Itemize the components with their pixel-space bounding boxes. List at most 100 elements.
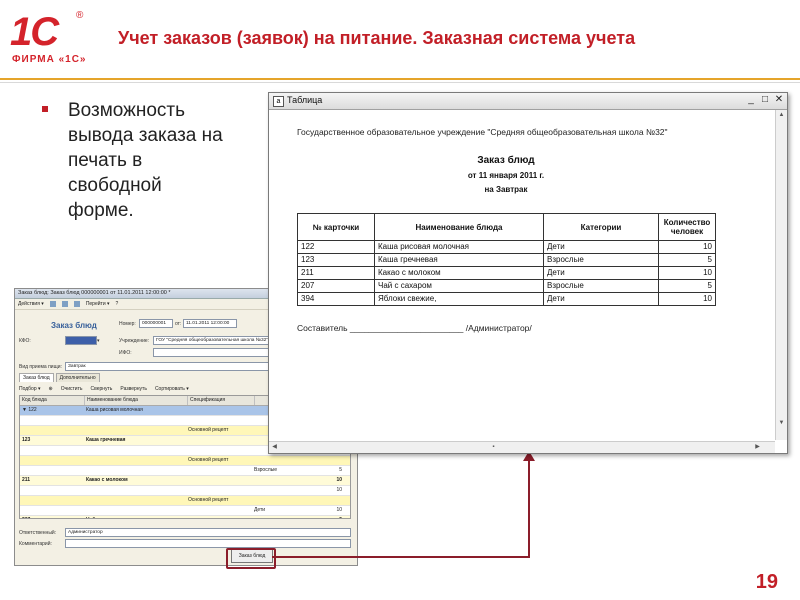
order-table-row: 394 Яблоки свежие, Дети 10	[297, 292, 716, 306]
bullet-text: Возможность вывода заказа на печать в св…	[68, 100, 223, 221]
minimize-button[interactable]: _	[745, 94, 757, 106]
expand-button[interactable]: Развернуть	[120, 386, 147, 392]
kfo-label: КФО:	[19, 338, 31, 344]
tab-additional[interactable]: Дополнительно	[55, 373, 100, 382]
tab-dishes-order[interactable]: Заказ блюд	[19, 373, 54, 382]
grid-qty-cell	[310, 456, 344, 465]
grid-name-cell	[84, 416, 186, 425]
card-number-cell: 207	[297, 279, 375, 293]
goto-menu[interactable]: Перейти ▾	[86, 301, 110, 307]
people-count-cell: 10	[658, 240, 716, 254]
print-icon[interactable]	[73, 301, 80, 307]
post-icon[interactable]	[61, 301, 68, 307]
grid-row[interactable]: 207Чай с сахаром 5	[20, 516, 350, 518]
card-number-cell: 394	[297, 292, 375, 306]
category-cell: Дети	[543, 292, 659, 306]
grid-name-cell: Чай с сахаром	[84, 516, 186, 518]
date-field[interactable]: 11.01.2011 12:00:00	[183, 319, 237, 328]
order-table-row: 207 Чай с сахаром Взрослые 5	[297, 279, 716, 293]
maximize-button[interactable]: □	[759, 94, 771, 106]
meal-type-field[interactable]: Завтрак	[65, 362, 269, 371]
grid-name-cell: Какао с молоком	[86, 477, 128, 483]
order-table-body: 122 Каша рисовая молочная Дети 10 123 Каша гр…	[297, 240, 716, 306]
bullet-marker	[42, 106, 48, 112]
slide-header: 1C ® ФИРМА «1С» Учет заказов (заявок) на…	[0, 0, 800, 86]
number-field[interactable]: 000000001	[139, 319, 173, 328]
grid-col-name[interactable]: Наименование блюда	[85, 396, 188, 405]
pick-button[interactable]: Подбор ▾	[19, 386, 41, 392]
col-card-number: № карточки	[297, 213, 375, 241]
preview-titlebar: a Таблица _ □ ✕	[269, 93, 787, 110]
clear-button[interactable]: Очистить	[61, 386, 83, 392]
connector-line-vertical	[528, 460, 530, 558]
connector-line-horizontal	[272, 556, 530, 558]
grid-qty-cell: 10	[336, 477, 342, 483]
grid-row[interactable]: Взрослые 5	[20, 466, 350, 476]
grid-row[interactable]: Основной рецепт	[20, 456, 350, 466]
order-button-highlight	[226, 548, 276, 569]
horizontal-scrollbar[interactable]: ◀ ▪ ▶	[269, 441, 775, 453]
grid-col-spec[interactable]: Спецификация	[188, 396, 255, 405]
grid-spec-cell	[186, 516, 252, 518]
ifo-field[interactable]	[153, 348, 275, 357]
grid-name-cell	[84, 496, 186, 505]
collapse-button[interactable]: Свернуть	[90, 386, 112, 392]
people-count-cell: 5	[658, 279, 716, 293]
grid-spec-cell	[186, 486, 252, 495]
kfo-field[interactable]	[65, 336, 97, 345]
category-cell: Взрослые	[543, 279, 659, 293]
save-icon[interactable]	[49, 301, 56, 307]
grid-code-cell: ▼ 122	[22, 407, 37, 413]
scroll-left-icon[interactable]: ◀	[270, 443, 279, 452]
grid-name-cell	[84, 486, 186, 495]
institution-label: Учреждение:	[119, 338, 150, 344]
dish-name-cell: Каша гречневая	[374, 253, 544, 267]
grid-row[interactable]: 10	[20, 486, 350, 496]
grid-name-cell	[84, 506, 186, 515]
grid-col-code[interactable]: Код блюда	[20, 396, 85, 405]
sort-button[interactable]: Сортировать ▾	[155, 386, 189, 392]
grid-row[interactable]: 211 Какао с молоком 10	[20, 476, 350, 486]
grid-spec-cell	[186, 476, 252, 485]
kfo-dropdown-icon[interactable]: ▾	[97, 338, 100, 344]
doc-date: от 11 января 2011 г.	[467, 171, 545, 180]
grid-name-cell	[84, 446, 186, 455]
grid-qty-cell: 10	[336, 487, 342, 493]
category-cell: Дети	[543, 266, 659, 280]
responsible-field[interactable]: Администратор	[65, 528, 351, 537]
dish-name-cell: Какао с молоком	[374, 266, 544, 280]
order-table: № карточки Наименование блюда Категории …	[297, 213, 716, 306]
grid-category-cell: Взрослые	[254, 467, 277, 473]
institution-field[interactable]: ГОУ "Средняя общеобразовательная школа №…	[153, 336, 275, 345]
order-table-row: 211 Какао с молоком Дети 10	[297, 266, 716, 280]
grid-code-cell	[20, 456, 84, 465]
order-form-doc-title: Заказ блюд	[51, 321, 97, 330]
print-preview-window: a Таблица _ □ ✕ Государственное образова…	[268, 92, 788, 454]
order-table-header: № карточки Наименование блюда Категории …	[297, 213, 716, 241]
scroll-up-icon[interactable]: ▲	[777, 111, 786, 120]
preview-document: Государственное образовательное учрежден…	[271, 111, 773, 439]
dish-name-cell: Яблоки свежие,	[374, 292, 544, 306]
vertical-scrollbar[interactable]: ▲ ▼	[775, 110, 787, 440]
grid-spec-cell	[186, 506, 252, 515]
grid-name-cell	[84, 466, 186, 475]
comment-field[interactable]	[65, 539, 351, 548]
grid-row[interactable]: Основной рецепт	[20, 496, 350, 506]
grid-name-cell	[84, 426, 186, 435]
ifo-label: ИФО:	[119, 350, 132, 356]
logo-firm-name: ФИРМА «1С»	[12, 54, 87, 65]
scroll-thumb-icon[interactable]: ▪	[489, 443, 498, 452]
actions-menu[interactable]: Действия ▾	[18, 301, 44, 307]
grid-category-cell	[252, 486, 310, 495]
close-button[interactable]: ✕	[773, 94, 785, 106]
help-button[interactable]: ?	[116, 301, 119, 307]
add-icon[interactable]: ⊕	[49, 386, 53, 392]
grid-code-cell	[20, 446, 84, 455]
scroll-down-icon[interactable]: ▼	[777, 419, 786, 428]
grid-spec-cell	[186, 436, 252, 445]
grid-spec-cell	[186, 446, 252, 455]
page-number: 19	[755, 571, 778, 593]
scroll-right-icon[interactable]: ▶	[753, 443, 762, 452]
grid-row[interactable]: Дети 10	[20, 506, 350, 516]
grid-qty-cell: 10	[336, 507, 342, 513]
